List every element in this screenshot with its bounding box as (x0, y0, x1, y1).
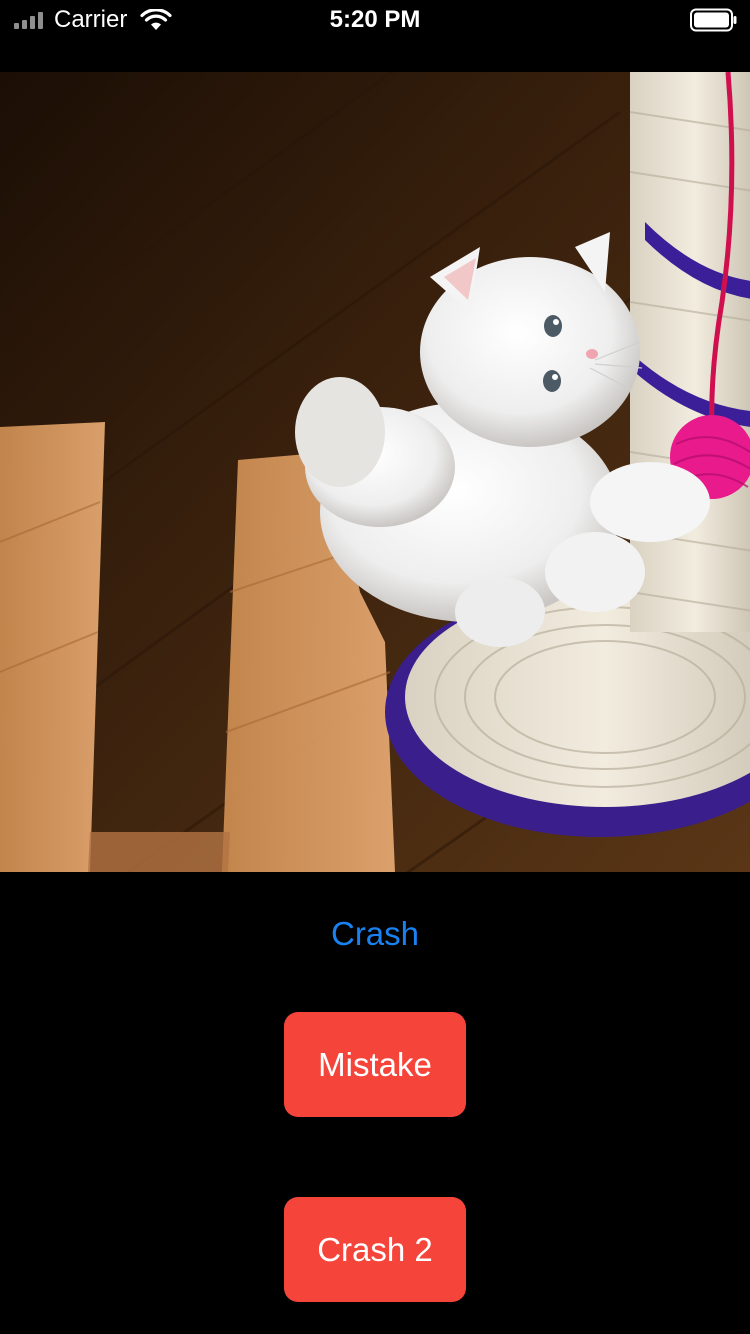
mistake-button[interactable]: Mistake (284, 1012, 466, 1117)
battery-icon (690, 8, 737, 32)
kitten-photo (0, 72, 750, 872)
kitten-photo-illustration (0, 72, 750, 872)
status-bar: Carrier 5:20 PM (0, 0, 750, 40)
status-time: 5:20 PM (329, 6, 421, 33)
crash-2-button[interactable]: Crash 2 (284, 1197, 466, 1302)
app-screen: Carrier 5:20 PM Crash Mistake Crash 2 (0, 0, 750, 1334)
crash-button[interactable]: Crash (275, 906, 475, 962)
